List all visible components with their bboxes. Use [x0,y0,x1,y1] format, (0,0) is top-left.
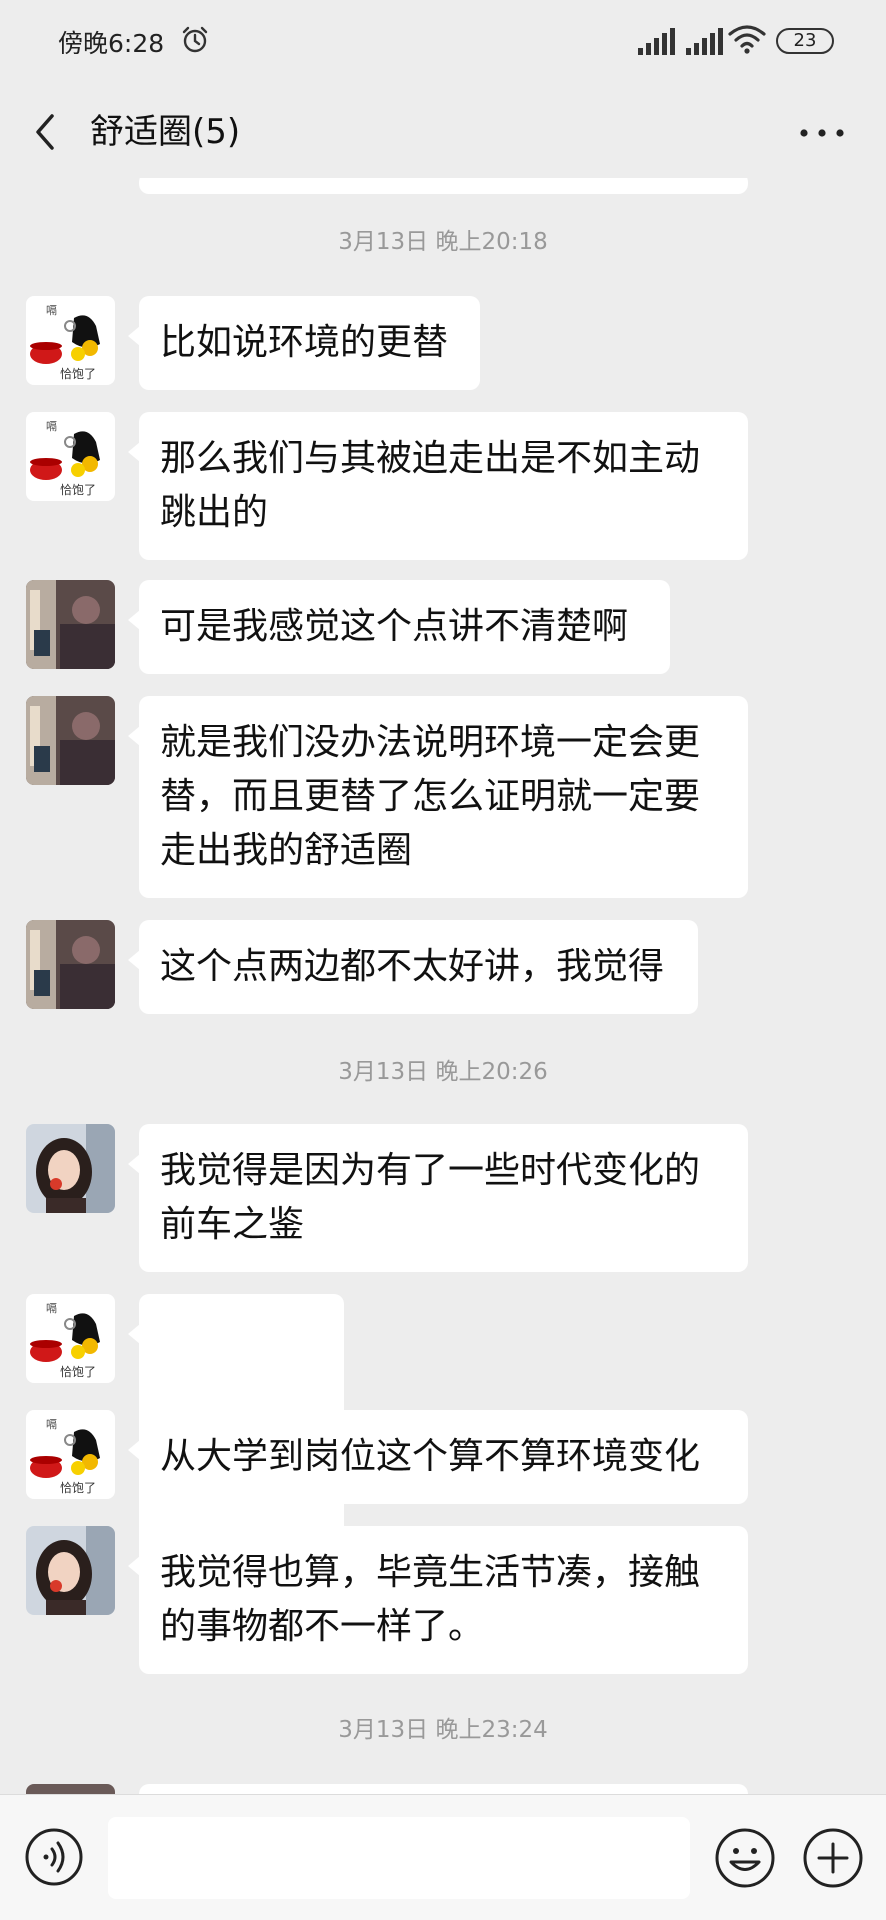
svg-text:恰饱了: 恰饱了 [60,1364,96,1379]
message-bubble[interactable]: 可是我感觉这个点讲不清楚啊 [128,580,670,674]
voice-input-icon[interactable] [24,1827,84,1887]
message-input[interactable] [108,1817,690,1899]
svg-text:恰饱了: 恰饱了 [60,482,96,497]
message-timestamp: 3月13日 晚上23:24 [338,1717,548,1743]
message-bubble[interactable]: 就是我们没办法说明环境一定会更替，而且更替了怎么证明就一定要走出我的舒适圈 [128,696,748,898]
svg-text:嗝: 嗝 [46,1418,57,1431]
svg-text:恰饱了: 恰饱了 [60,366,96,381]
signal-icon [638,28,675,55]
message-input-bar [0,1794,886,1920]
avatar-qiabaole[interactable]: 嗝 恰饱了 [26,1294,115,1383]
message-timestamp: 3月13日 晚上20:26 [338,1059,548,1085]
message-bubble[interactable]: 比如说环境的更替 [128,296,480,390]
avatar-girl-photo[interactable] [26,1526,115,1615]
message-bubble[interactable]: 这个点两边都不太好讲，我觉得 [128,920,698,1014]
battery-indicator: 23 [776,28,834,54]
previous-message-bubble [139,178,748,194]
message-bubble[interactable]: 我觉得是因为有了一些时代变化的前车之鉴 [128,1124,748,1272]
wifi-icon [728,25,766,54]
back-arrow-icon[interactable] [26,100,66,164]
plus-icon[interactable] [802,1827,864,1889]
message-bubble[interactable]: 从大学到岗位这个算不算环境变化 [128,1410,748,1504]
message-bubble[interactable] [139,1784,748,1794]
chat-header: 舒适圈(5) [0,86,886,178]
status-time: 傍晚6:28 [58,29,165,58]
chat-message-list[interactable]: 3月13日 晚上20:18 嗝 恰饱了 比如说环境的更替 嗝 恰饱了 那么我们与… [0,178,886,1794]
avatar-concert-photo[interactable] [26,1784,115,1794]
avatar-qiabaole[interactable]: 嗝 恰饱了 [26,412,115,501]
svg-text:嗝: 嗝 [46,420,57,433]
status-bar: 傍晚6:28 23 [0,0,886,86]
message-bubble[interactable]: 我觉得也算，毕竟生活节凑，接触的事物都不一样了。 [128,1526,748,1674]
more-options-icon[interactable] [796,100,848,164]
avatar-concert-photo[interactable] [26,580,115,669]
svg-text:嗝: 嗝 [46,304,57,317]
message-bubble[interactable]: 那么我们与其被迫走出是不如主动跳出的 [128,412,748,560]
svg-text:嗝: 嗝 [46,1302,57,1315]
avatar-concert-photo[interactable] [26,920,115,1009]
avatar-qiabaole[interactable]: 嗝 恰饱了 [26,296,115,385]
chat-title: 舒适圈(5) [90,112,241,152]
message-timestamp: 3月13日 晚上20:18 [338,229,548,255]
emoji-icon[interactable] [714,1827,776,1889]
svg-text:恰饱了: 恰饱了 [60,1480,96,1495]
avatar-concert-photo[interactable] [26,696,115,785]
signal-icon [686,28,723,55]
alarm-icon [182,26,208,53]
avatar-qiabaole[interactable]: 嗝 恰饱了 [26,1410,115,1499]
avatar-girl-photo[interactable] [26,1124,115,1213]
